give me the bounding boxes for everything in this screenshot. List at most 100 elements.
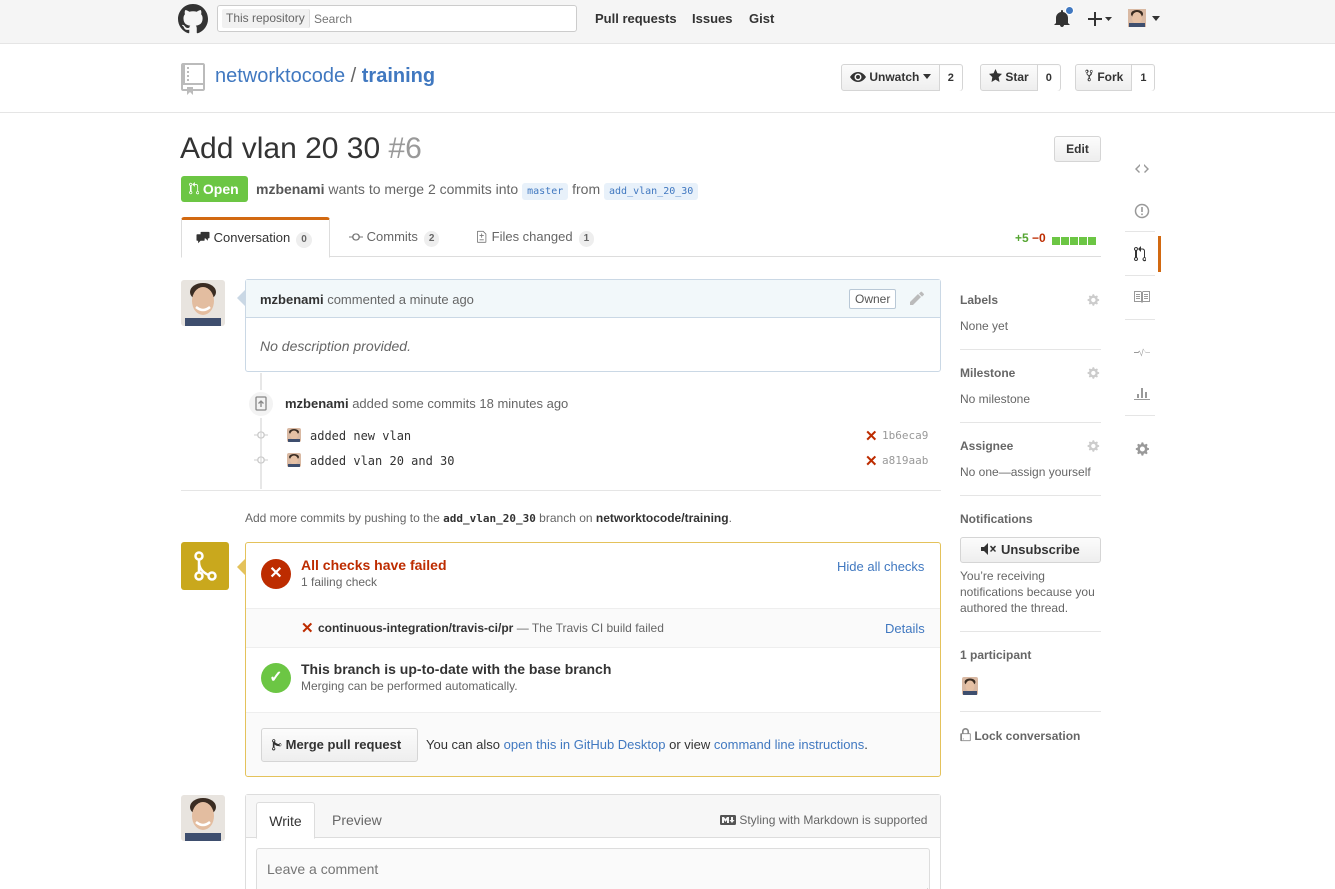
cli-instructions-link[interactable]: command line instructions [714,737,864,752]
repo-name-link[interactable]: training [362,65,435,87]
unsubscribe-button[interactable]: Unsubscribe [960,537,1101,563]
chevron-down-icon[interactable] [1152,16,1160,21]
pr-number: #6 [388,132,422,165]
push-hint-prefix: Add more commits by pushing to the [245,511,440,525]
nav-gist[interactable]: Gist [749,11,774,26]
lock-label: Lock conversation [974,729,1081,743]
state-label: Open [202,181,239,197]
tab-commits[interactable]: Commits 2 [349,217,440,257]
rail-divider [1125,231,1155,232]
push-time[interactable]: 18 minutes ago [479,396,568,411]
sidebar-notifications: Notifications [960,512,1101,526]
gear-icon[interactable] [1086,439,1100,453]
markdown-note[interactable]: Styling with Markdown is supported [720,813,927,827]
user-avatar[interactable] [1128,9,1146,27]
tab-preview[interactable]: Preview [332,802,382,839]
repo-nav-rail [1125,143,1161,478]
merge-end: . [864,737,868,752]
code-icon [1135,164,1149,173]
push-author-link[interactable]: mzbenami [285,396,349,411]
nav-issues[interactable]: Issues [692,11,732,26]
rail-code[interactable] [1125,153,1161,189]
participant-avatar[interactable] [962,677,978,695]
comment-author-link[interactable]: mzbenami [260,292,324,307]
base-branch[interactable]: master [522,183,569,200]
watch-label-wrap[interactable]: Unwatch [842,65,940,90]
commit-message[interactable]: added new vlan [310,429,411,443]
fork-count[interactable]: 1 [1132,66,1155,91]
edit-button[interactable]: Edit [1054,136,1101,162]
merge-box-arrow [237,559,245,575]
tab-commits-label: Commits [366,229,418,244]
timeline-divider [181,490,941,491]
commit-sha[interactable]: a819aab [882,454,928,467]
rail-divider [1125,275,1155,276]
rail-wiki[interactable] [1125,281,1161,317]
merge-pull-request-button[interactable]: Merge pull request [261,728,418,762]
form-avatar[interactable] [181,795,225,841]
commit-sha[interactable]: 1b6eca9 [882,429,928,442]
labels-value: None yet [960,319,1009,333]
commit-avatar[interactable] [287,453,301,467]
fork-button[interactable]: Fork 1 [1075,64,1156,91]
labels-heading: Labels [960,293,999,307]
star-label-wrap[interactable]: Star [981,65,1038,90]
comment-time[interactable]: a minute ago [399,292,474,307]
commit-icon [254,431,268,439]
star-button[interactable]: Star 0 [980,64,1061,91]
mute-icon [981,543,997,555]
star-count[interactable]: 0 [1037,66,1060,91]
gear-icon[interactable] [1086,293,1100,307]
push-hint-end: . [728,511,732,525]
fail-x-icon[interactable]: ✕ [865,427,878,445]
pr-author-link[interactable]: mzbenami [256,181,324,197]
sidebar-divider [960,349,1101,350]
repo-owner-link[interactable]: networktocode [215,65,345,87]
watch-button[interactable]: Unwatch 2 [841,64,963,91]
uptodate-title: This branch is up-to-date with the base … [301,661,612,677]
repo-title: networktocode / training [215,65,435,88]
fail-x-icon[interactable]: ✕ [865,452,878,470]
commit-avatar[interactable] [287,428,301,442]
gear-icon[interactable] [1086,366,1100,380]
rail-settings[interactable] [1125,431,1161,467]
pull-request-icon [189,182,200,195]
tab-conversation[interactable]: Conversation 0 [181,217,330,258]
star-label: Star [1005,70,1029,84]
assignee-value[interactable]: No one—assign yourself [960,465,1101,479]
issue-opened-icon [1134,203,1150,219]
pr-meta: mzbenami wants to merge 2 commits into m… [256,181,699,200]
rail-pull-requests[interactable] [1125,236,1161,272]
rail-pulse[interactable] [1125,336,1161,372]
commit-message[interactable]: added vlan 20 and 30 [310,454,455,468]
assignee-heading: Assignee [960,439,1014,453]
tab-write[interactable]: Write [256,802,315,839]
checks-summary: All checks have failed 1 failing check [301,557,447,589]
notify-reason: You’re receiving notifications because y… [960,569,1095,615]
diffstat-block [1079,237,1087,245]
nav-pull-requests[interactable]: Pull requests [595,11,677,26]
comment-textarea[interactable] [256,848,930,889]
milestone-value: No milestone [960,392,1031,406]
comment-avatar[interactable] [181,280,225,326]
hide-checks-link[interactable]: Hide all checks [837,559,924,574]
diffstat-block [1070,237,1078,245]
open-desktop-link[interactable]: open this in GitHub Desktop [504,737,666,752]
github-logo[interactable] [178,4,208,34]
fork-label-wrap[interactable]: Fork [1076,65,1133,90]
head-branch[interactable]: add_vlan_20_30 [604,183,699,200]
check-details-link[interactable]: Details [885,621,925,636]
merge-or-view: or view [669,737,711,752]
search-input[interactable] [314,9,569,28]
rail-issues[interactable] [1125,193,1161,229]
status-check-text: continuous-integration/travis-ci/pr — Th… [318,621,664,635]
rail-graphs[interactable] [1125,376,1161,412]
pencil-icon[interactable] [910,291,924,305]
watch-count[interactable]: 2 [939,66,962,91]
comment-action: commented [327,292,396,307]
tab-files-changed[interactable]: Files changed 1 [477,217,595,257]
fail-x-icon: ✕ [261,559,291,589]
lock-conversation[interactable]: Lock conversation [960,728,1101,743]
search-scope[interactable]: This repository [222,9,310,28]
plus-icon[interactable] [1088,11,1114,27]
